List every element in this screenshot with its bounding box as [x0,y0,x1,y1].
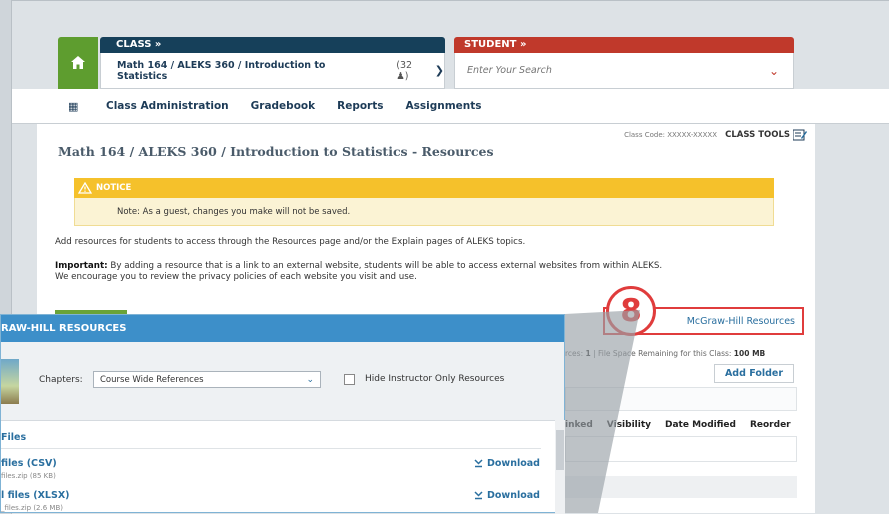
student-selector[interactable]: STUDENT » ⌄ [454,37,794,89]
col-date-modified[interactable]: Date Modified [665,420,736,430]
class-tools-button[interactable]: CLASS TOOLS [725,129,807,141]
class-tools-label: CLASS TOOLS [725,130,790,140]
scrollbar-thumb[interactable] [556,430,564,470]
file-size: _files.zip (2.6 MB) [1,504,63,512]
nav-assignments[interactable]: Assignments [406,100,482,112]
resources-popup: RAW-HILL RESOURCES Chapters: Course Wide… [0,314,565,514]
warning-icon [78,182,92,194]
notice-banner: NOTICE Note: As a guest, changes you mak… [74,178,774,226]
download-button[interactable]: Download [474,490,540,501]
notice-title: NOTICE [96,183,132,193]
hide-instructor-checkbox[interactable] [344,374,355,385]
class-count: (32 ♟) [396,59,413,82]
table-header: inked Visibility Date Modified Reorder [565,414,797,437]
edit-icon [793,129,807,141]
important-text: Important: By adding a resource that is … [55,261,662,283]
hide-instructor-label: Hide Instructor Only Resources [365,374,505,384]
table-row [565,436,797,462]
add-folder-button[interactable]: Add Folder [714,364,794,383]
important-line-1: By adding a resource that is a link to a… [107,261,663,271]
grid-icon[interactable]: ▦ [68,100,84,113]
download-button[interactable]: Download [474,458,540,469]
col-visibility[interactable]: Visibility [607,420,651,430]
chevron-down-icon[interactable]: ⌄ [769,64,779,78]
class-code: Class Code: XXXXX-XXXXX [624,131,717,139]
file-space-info: rces: 1 | File Space Remaining for this … [565,349,766,358]
user-icon: ♟ [396,70,405,82]
file-name[interactable]: files (CSV) [1,458,57,469]
chapters-value: Course Wide References [100,374,204,385]
main-nav: ▦ Class Administration Gradebook Reports… [12,89,889,124]
file-size: files.zip (85 KB) [1,472,56,480]
popup-title: RAW-HILL RESOURCES [1,315,564,342]
file-name[interactable]: l files (XLSX) [1,490,70,501]
class-selector[interactable]: CLASS » Math 164 / ALEKS 360 / Introduct… [100,37,445,89]
download-icon [474,491,483,500]
chapters-label: Chapters: [39,375,83,385]
nav-gradebook[interactable]: Gradebook [251,100,315,112]
student-label: STUDENT » [454,37,794,53]
callout-badge: 8 [606,286,656,336]
chevron-down-icon[interactable]: ❯ [435,64,444,77]
important-label: Important: [55,261,108,271]
important-line-2: We encourage you to review the privacy p… [55,272,417,282]
table-row [565,476,797,498]
home-button[interactable] [58,37,98,89]
home-icon [71,56,85,69]
section-divider [1,448,541,449]
files-section-title: Files [1,432,27,443]
folder-row [565,387,797,411]
col-linked[interactable]: inked [565,420,593,430]
student-search-input[interactable] [465,64,719,77]
nav-class-administration[interactable]: Class Administration [106,100,229,112]
download-icon [474,459,483,468]
nav-reports[interactable]: Reports [337,100,383,112]
class-label: CLASS » [100,37,445,53]
chapters-select[interactable]: Course Wide References ⌄ [93,371,321,388]
notice-text: Note: As a guest, changes you make will … [74,198,774,226]
intro-text: Add resources for students to access thr… [55,237,526,247]
page-title: Math 164 / ALEKS 360 / Introduction to S… [58,144,494,159]
chevron-down-icon: ⌄ [306,374,314,385]
class-name: Math 164 / ALEKS 360 / Introduction to S… [117,59,326,82]
col-reorder[interactable]: Reorder [750,420,791,430]
popup-scrollbar[interactable] [555,420,565,514]
book-cover [1,359,19,404]
